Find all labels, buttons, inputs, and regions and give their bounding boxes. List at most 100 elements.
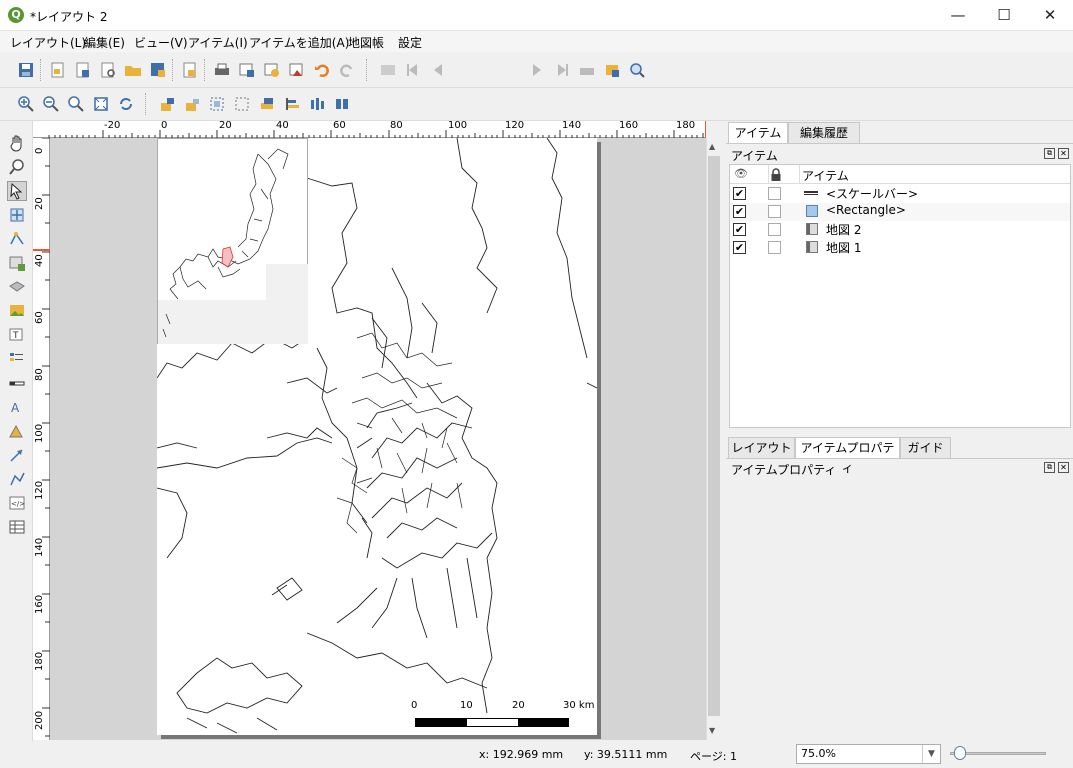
chevron-down-icon[interactable]: ▼ xyxy=(922,745,940,763)
items-table-header: 👁 アイテム xyxy=(730,165,1070,184)
add-arrow-icon[interactable] xyxy=(7,445,27,465)
scale-bar[interactable] xyxy=(415,718,569,727)
align-left-icon[interactable] xyxy=(282,94,302,114)
menu-edit[interactable]: 編集(E) xyxy=(84,34,125,51)
export-pdf-icon[interactable] xyxy=(287,60,307,80)
visibility-checkbox[interactable]: ✔ xyxy=(733,187,746,200)
tab-undo-history[interactable]: 編集履歴 xyxy=(788,122,860,143)
float-panel-icon[interactable]: ⧉ xyxy=(1044,148,1055,159)
lock-checkbox[interactable] xyxy=(768,223,781,236)
menu-items[interactable]: アイテム(I) xyxy=(188,34,248,51)
add-3d-map-icon[interactable] xyxy=(7,277,27,297)
ruler-tick-label: 20 xyxy=(34,197,45,210)
menu-layout[interactable]: レイアウト(L) xyxy=(10,34,86,51)
undo-icon[interactable] xyxy=(312,60,332,80)
maximize-button[interactable]: ☐ xyxy=(981,0,1027,31)
layout-manager-icon[interactable] xyxy=(98,60,118,80)
add-scalebar-icon[interactable] xyxy=(7,373,27,393)
zoom-tool-icon[interactable] xyxy=(7,157,27,177)
inset-map[interactable] xyxy=(157,138,308,344)
menu-bar: レイアウト(L) 編集(E) ビュー(V) アイテム(I) アイテムを追加(A)… xyxy=(0,31,1073,52)
zoom-out-icon[interactable] xyxy=(41,94,61,114)
visibility-checkbox[interactable]: ✔ xyxy=(733,205,746,218)
rectangle-icon xyxy=(806,205,818,217)
item-row[interactable]: ✔ 地図 1 xyxy=(730,239,1070,257)
save-icon[interactable] xyxy=(16,60,36,80)
add-polyline-icon[interactable] xyxy=(7,469,27,489)
atlas-print-icon[interactable] xyxy=(577,60,597,80)
lock-items-icon[interactable] xyxy=(157,94,177,114)
scroll-thumb[interactable] xyxy=(708,156,720,716)
atlas-settings-icon[interactable] xyxy=(602,60,622,80)
atlas-last-icon[interactable] xyxy=(552,60,572,80)
refresh-icon[interactable] xyxy=(116,94,136,114)
zoom-combo[interactable]: 75.0% ▼ xyxy=(796,744,941,764)
tab-item-properties[interactable]: アイテムプロパティ xyxy=(795,437,900,475)
float-panel-icon[interactable]: ⧉ xyxy=(1044,462,1055,473)
raise-icon[interactable] xyxy=(257,94,277,114)
resize-icon[interactable] xyxy=(332,94,352,114)
zoom-in-icon[interactable] xyxy=(16,94,36,114)
canvas-vertical-scrollbar[interactable]: ▲ ▼ xyxy=(706,138,721,740)
scroll-up-icon[interactable]: ▲ xyxy=(709,142,715,151)
qgis-logo-icon: Q xyxy=(8,7,24,23)
items-table[interactable]: 👁 アイテム ✔ <スケールバー> ✔ <Rectangle> ✔ 地図 2 ✔… xyxy=(729,164,1071,428)
tab-guides[interactable]: ガイド xyxy=(900,437,951,458)
close-button[interactable]: ✕ xyxy=(1027,0,1073,31)
layout-page[interactable]: 0 10 20 30 km xyxy=(157,138,597,735)
add-shape-icon[interactable] xyxy=(7,421,27,441)
add-north-arrow-icon[interactable]: A xyxy=(7,397,27,417)
zoom-full-icon[interactable] xyxy=(91,94,111,114)
add-pages-icon[interactable] xyxy=(180,60,200,80)
item-row[interactable]: ✔ <スケールバー> xyxy=(730,185,1070,203)
open-folder-icon[interactable] xyxy=(123,60,143,80)
map-icon xyxy=(806,223,818,235)
item-row[interactable]: ✔ 地図 2 xyxy=(730,221,1070,239)
item-row[interactable]: ✔ <Rectangle> xyxy=(730,203,1070,221)
lock-checkbox[interactable] xyxy=(768,187,781,200)
add-html-icon[interactable]: </> xyxy=(7,493,27,513)
add-table-icon[interactable] xyxy=(7,517,27,537)
select-move-icon[interactable] xyxy=(7,181,27,201)
tab-layout[interactable]: レイアウト xyxy=(728,437,795,458)
menu-atlas[interactable]: 地図帳 xyxy=(348,34,384,51)
zoom-slider-handle[interactable] xyxy=(954,746,966,760)
scale-label: 0 xyxy=(411,700,418,711)
export-image-icon[interactable] xyxy=(237,60,257,80)
print-icon[interactable] xyxy=(212,60,232,80)
add-legend-icon[interactable] xyxy=(7,349,27,369)
scroll-down-icon[interactable]: ▼ xyxy=(709,726,715,735)
tab-items[interactable]: アイテム xyxy=(728,122,788,143)
menu-view[interactable]: ビュー(V) xyxy=(134,34,188,51)
lock-checkbox[interactable] xyxy=(768,241,781,254)
save-template-icon[interactable] xyxy=(148,60,168,80)
close-panel-icon[interactable]: ✕ xyxy=(1058,148,1069,159)
move-content-icon[interactable] xyxy=(7,205,27,225)
new-layout-icon[interactable] xyxy=(48,60,68,80)
pan-hand-icon[interactable] xyxy=(7,133,27,153)
add-label-icon[interactable]: T xyxy=(7,325,27,345)
menu-add-item[interactable]: アイテムを追加(A) xyxy=(249,34,349,51)
redo-icon[interactable] xyxy=(337,60,357,80)
visibility-checkbox[interactable]: ✔ xyxy=(733,241,746,254)
minimize-button[interactable]: — xyxy=(935,0,981,31)
add-map-icon[interactable] xyxy=(7,253,27,273)
ungroup-icon[interactable] xyxy=(232,94,252,114)
zoom-actual-icon[interactable] xyxy=(66,94,86,114)
atlas-preview-icon[interactable] xyxy=(378,60,398,80)
close-panel-icon[interactable]: ✕ xyxy=(1058,462,1069,473)
lock-checkbox[interactable] xyxy=(768,205,781,218)
unlock-items-icon[interactable] xyxy=(182,94,202,114)
visibility-checkbox[interactable]: ✔ xyxy=(733,223,746,236)
duplicate-layout-icon[interactable] xyxy=(73,60,93,80)
add-picture-icon[interactable] xyxy=(7,301,27,321)
atlas-prev-icon[interactable] xyxy=(428,60,448,80)
export-svg-icon[interactable] xyxy=(262,60,282,80)
atlas-next-icon[interactable] xyxy=(527,60,547,80)
menu-settings[interactable]: 設定 xyxy=(398,34,422,51)
atlas-first-icon[interactable] xyxy=(403,60,423,80)
distribute-icon[interactable] xyxy=(307,94,327,114)
edit-nodes-icon[interactable] xyxy=(7,229,27,249)
atlas-zoom-icon[interactable] xyxy=(627,60,647,80)
group-icon[interactable] xyxy=(207,94,227,114)
